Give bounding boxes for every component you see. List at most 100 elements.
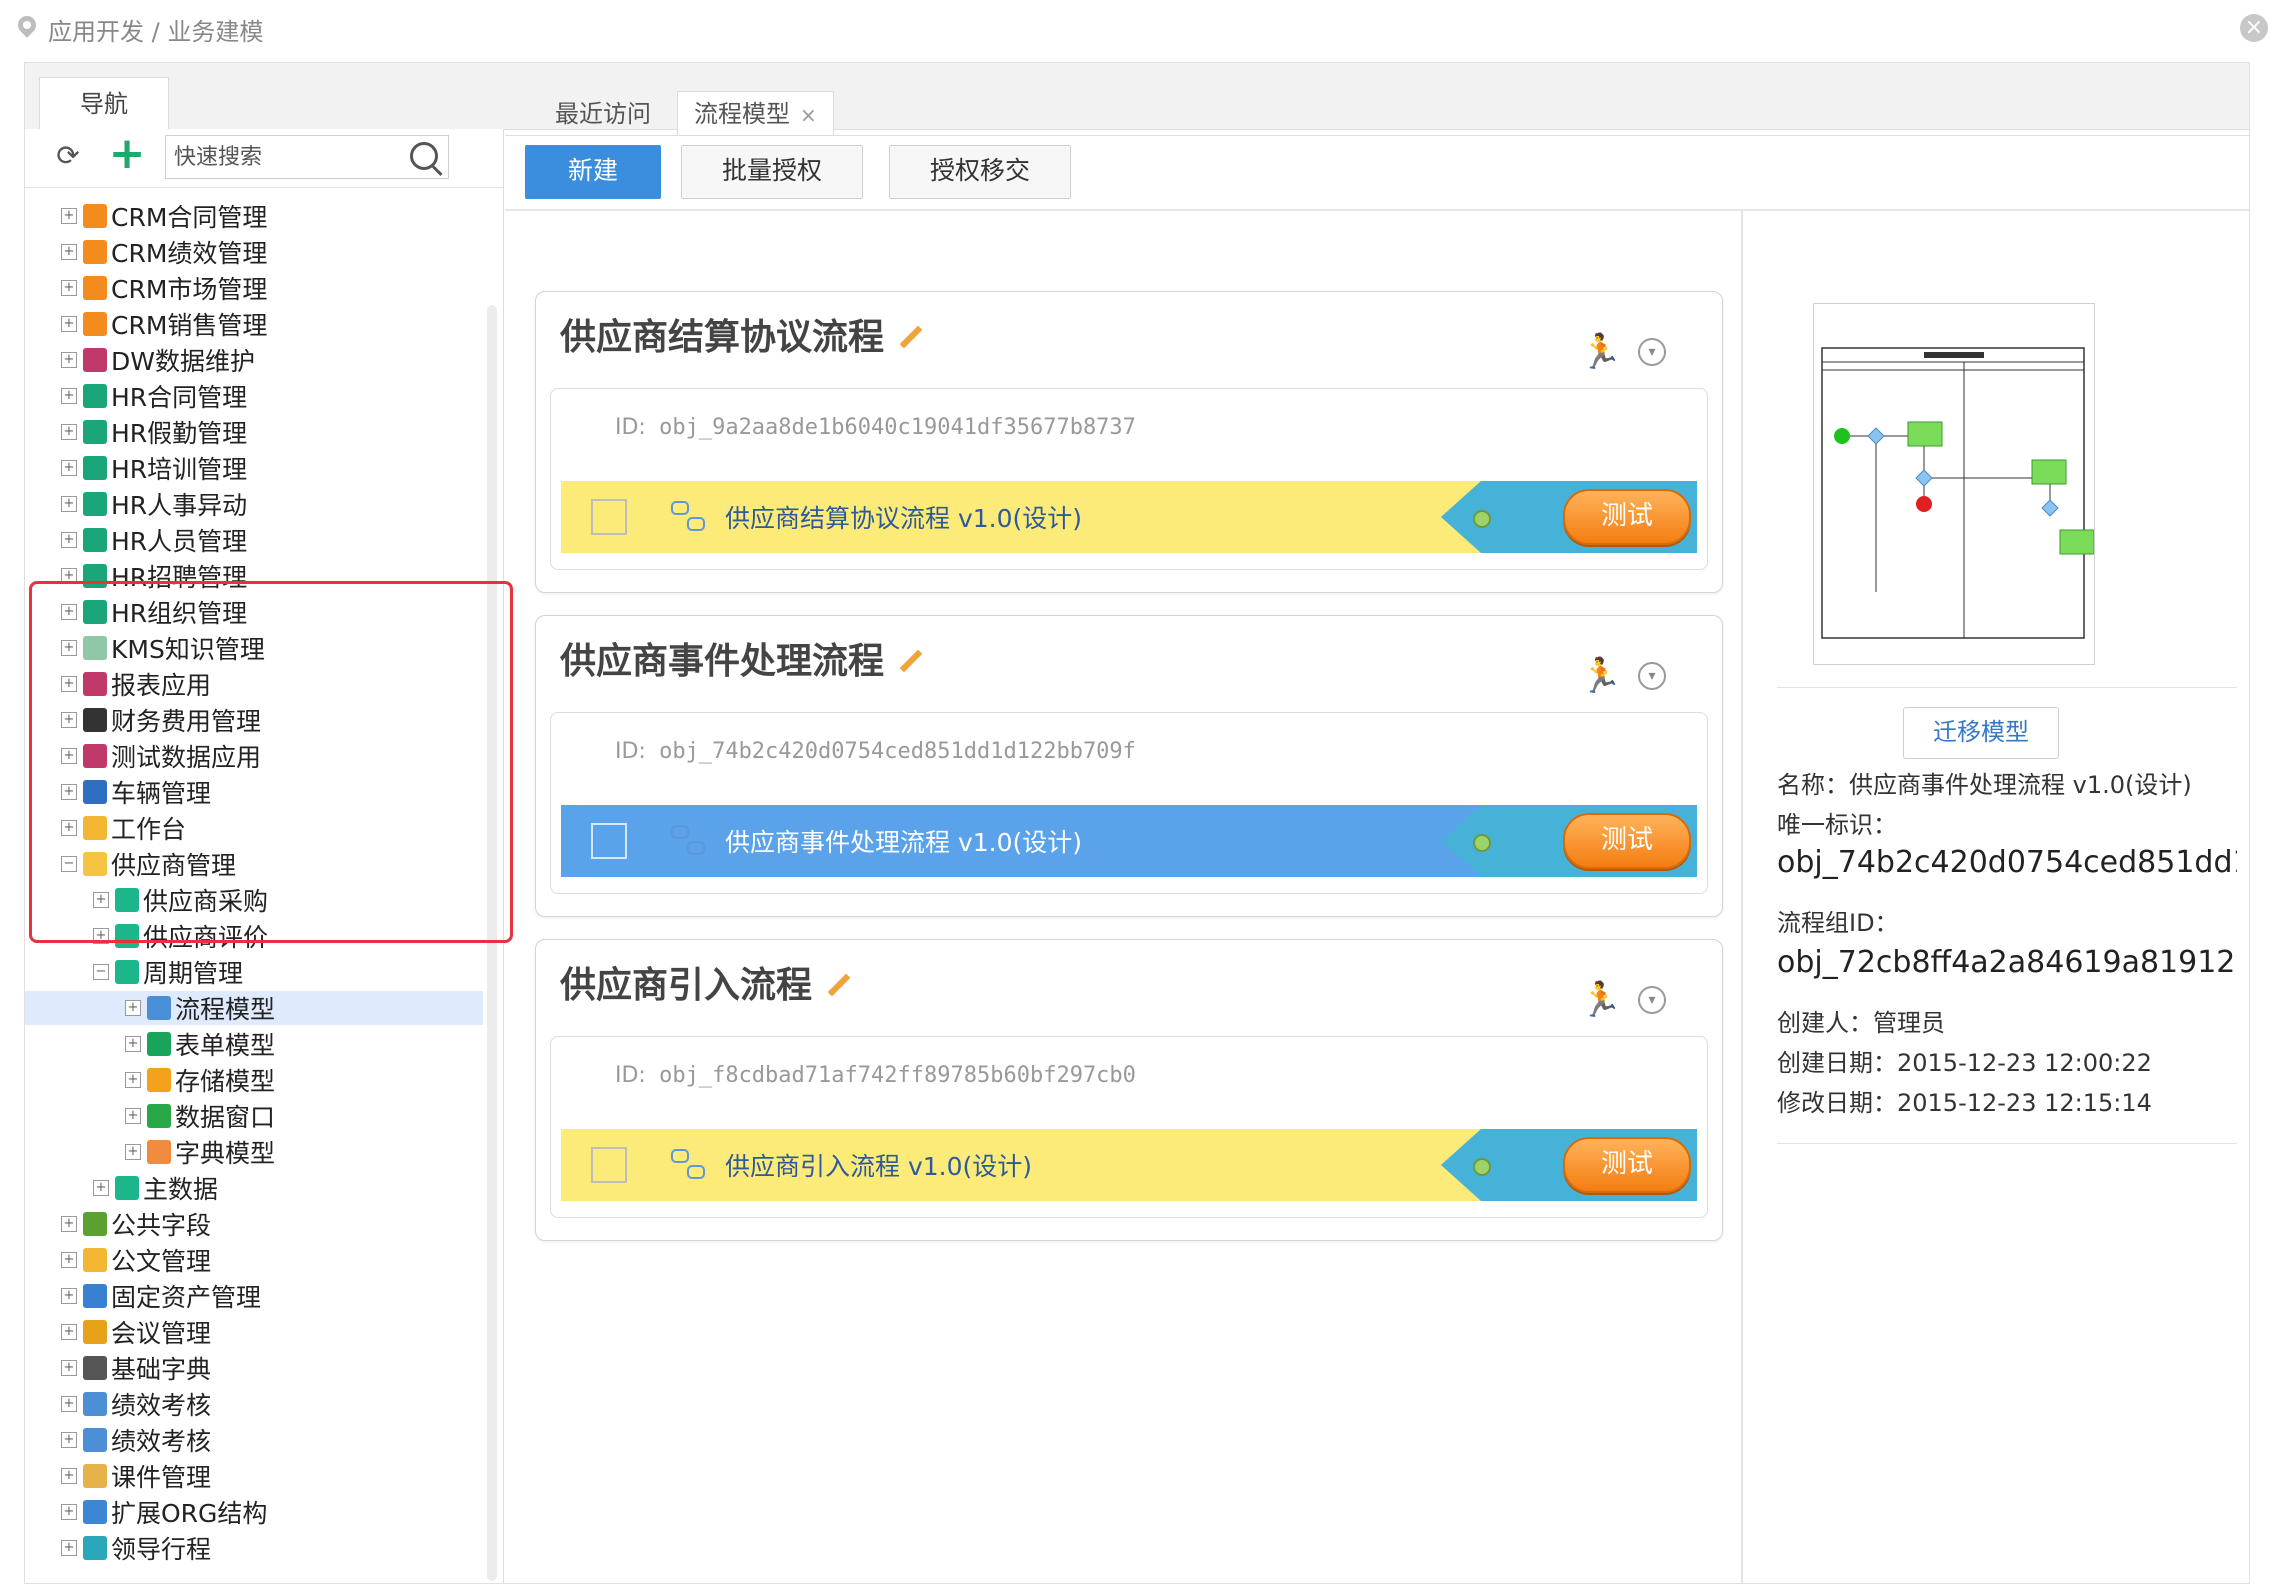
expand-icon[interactable]: + (61, 532, 77, 548)
version-checkbox[interactable] (591, 1147, 627, 1183)
expand-icon[interactable]: + (61, 1360, 77, 1376)
tree-node[interactable]: + CRM销售管理 (61, 307, 267, 341)
breadcrumb: 应用开发 / 业务建模 × (0, 0, 2280, 58)
expand-icon[interactable]: + (125, 1108, 141, 1124)
expand-icon[interactable]: + (61, 352, 77, 368)
tree-node[interactable]: + 主数据 (93, 1171, 218, 1205)
tab-flow-model[interactable]: 流程模型 × (677, 91, 834, 136)
tree-node[interactable]: + 会议管理 (61, 1315, 211, 1349)
tree-node[interactable]: + HR合同管理 (61, 379, 247, 413)
grid-icon (83, 348, 107, 372)
version-panel: ID: obj_9a2aa8de1b6040c19041df35677b8737… (550, 388, 1708, 570)
expand-icon[interactable]: + (61, 1468, 77, 1484)
version-checkbox[interactable] (591, 823, 627, 859)
model-card[interactable]: 供应商引入流程 🏃 ▾ ID: obj_f8cdbad71af742ff89785b6… (535, 939, 1723, 1241)
model-card[interactable]: 供应商事件处理流程 🏃 ▾ ID: obj_74b2c420d0754ced851dd… (535, 615, 1723, 917)
auth-transfer-button[interactable]: 授权移交 (889, 145, 1071, 199)
database-icon (147, 1068, 171, 1092)
tree-node[interactable]: − 周期管理 (93, 955, 243, 989)
run-icon[interactable]: 🏃 (1580, 656, 1622, 696)
expand-icon[interactable]: + (61, 244, 77, 260)
version-row[interactable]: 供应商事件处理流程 v1.0(设计) 测试 (561, 805, 1697, 877)
tree-node[interactable]: + 数据窗口 (125, 1099, 275, 1133)
test-button[interactable]: 测试 (1563, 489, 1691, 545)
tree-node[interactable]: + 领导行程 (61, 1531, 211, 1565)
edit-icon[interactable] (827, 973, 851, 997)
tree-node[interactable]: + 扩展ORG结构 (61, 1495, 267, 1529)
edit-icon[interactable] (899, 325, 923, 349)
expand-icon[interactable]: + (61, 388, 77, 404)
tree-node-label: 扩展ORG结构 (111, 1499, 268, 1528)
chevron-down-icon[interactable]: ▾ (1638, 662, 1666, 690)
tree-node[interactable]: + 固定资产管理 (61, 1279, 261, 1313)
expand-icon[interactable]: + (61, 1396, 77, 1412)
tree-node-label: 领导行程 (111, 1535, 212, 1564)
expand-icon[interactable]: + (61, 1540, 77, 1556)
tree-node[interactable]: + CRM绩效管理 (61, 235, 267, 269)
tree-node[interactable]: + HR人员管理 (61, 523, 247, 557)
edit-icon[interactable] (899, 649, 923, 673)
refresh-icon[interactable]: ⟳ (55, 142, 81, 170)
search-input[interactable] (166, 136, 396, 178)
tree-node[interactable]: + 表单模型 (125, 1027, 275, 1061)
chevron-down-icon[interactable]: ▾ (1638, 338, 1666, 366)
tree-node[interactable]: + 流程模型 (125, 991, 275, 1025)
tree-node[interactable]: + 绩效考核 (61, 1387, 211, 1421)
tree-node[interactable]: + 绩效考核 (61, 1423, 211, 1457)
tree-node-label: 公文管理 (111, 1247, 212, 1276)
tree-node[interactable]: + 公共字段 (61, 1207, 211, 1241)
flow-icon (671, 501, 705, 531)
expand-icon[interactable]: + (61, 280, 77, 296)
run-icon[interactable]: 🏃 (1580, 980, 1622, 1020)
add-icon[interactable]: + (107, 132, 147, 176)
expand-icon[interactable]: + (61, 1324, 77, 1340)
expand-icon[interactable]: + (125, 1036, 141, 1052)
version-row[interactable]: 供应商结算协议流程 v1.0(设计) 测试 (561, 481, 1697, 553)
expand-icon[interactable]: + (61, 1432, 77, 1448)
close-icon[interactable]: × (2240, 14, 2268, 42)
expand-icon[interactable]: + (61, 424, 77, 440)
search-icon[interactable] (410, 142, 438, 170)
collapse-icon[interactable]: − (93, 964, 109, 980)
expand-icon[interactable]: + (61, 1504, 77, 1520)
tree-node[interactable]: + 公文管理 (61, 1243, 211, 1277)
tree-node[interactable]: + 字典模型 (125, 1135, 275, 1169)
tree-node[interactable]: + 课件管理 (61, 1459, 211, 1493)
tree-node[interactable]: + 存储模型 (125, 1063, 275, 1097)
window-icon (147, 1104, 171, 1128)
tree-node[interactable]: + HR假勤管理 (61, 415, 247, 449)
test-button[interactable]: 测试 (1563, 813, 1691, 869)
expand-icon[interactable]: + (61, 496, 77, 512)
tree-node[interactable]: + DW数据维护 (61, 343, 255, 377)
expand-icon[interactable]: + (93, 1180, 109, 1196)
expand-icon[interactable]: + (125, 1000, 141, 1016)
tree-node[interactable]: + HR培训管理 (61, 451, 247, 485)
expand-icon[interactable]: + (61, 1288, 77, 1304)
expand-icon[interactable]: + (61, 316, 77, 332)
expand-icon[interactable]: + (125, 1072, 141, 1088)
batch-auth-button[interactable]: 批量授权 (681, 145, 863, 199)
run-icon[interactable]: 🏃 (1580, 332, 1622, 372)
version-checkbox[interactable] (591, 499, 627, 535)
tab-recent[interactable]: 最近访问 (555, 95, 651, 133)
book-open-icon (83, 1356, 107, 1380)
expand-icon[interactable]: + (125, 1144, 141, 1160)
flow-thumbnail[interactable] (1813, 303, 2160, 665)
new-button[interactable]: 新建 (525, 145, 661, 199)
tree-node[interactable]: + CRM合同管理 (61, 199, 267, 233)
migrate-model-button[interactable]: 迁移模型 (1903, 707, 2059, 759)
tree-node[interactable]: + CRM市场管理 (61, 271, 267, 305)
version-row[interactable]: 供应商引入流程 v1.0(设计) 测试 (561, 1129, 1697, 1201)
tab-navigation[interactable]: 导航 (39, 77, 169, 132)
expand-icon[interactable]: + (61, 1252, 77, 1268)
tree-node[interactable]: + 基础字典 (61, 1351, 211, 1385)
expand-icon[interactable]: + (61, 460, 77, 476)
expand-icon[interactable]: + (61, 208, 77, 224)
close-tab-icon[interactable]: × (800, 103, 817, 127)
tree-node[interactable]: + HR人事异动 (61, 487, 247, 521)
chevron-down-icon[interactable]: ▾ (1638, 986, 1666, 1014)
expand-icon[interactable]: + (61, 1216, 77, 1232)
version-label: 供应商结算协议流程 v1.0(设计) (725, 504, 1083, 533)
test-button[interactable]: 测试 (1563, 1137, 1691, 1193)
model-card[interactable]: 供应商结算协议流程 🏃 ▾ ID: obj_9a2aa8de1b6040c19041d… (535, 291, 1723, 593)
